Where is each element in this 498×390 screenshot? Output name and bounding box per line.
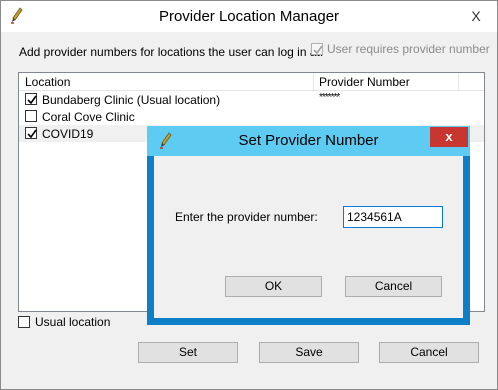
dialog-close-button[interactable]: x — [430, 127, 468, 147]
column-divider[interactable] — [458, 73, 459, 90]
table-row[interactable]: Coral Cove Clinic — [19, 108, 484, 125]
window-title: Provider Location Manager — [158, 8, 340, 25]
location-name: Bundaberg Clinic (Usual location) — [42, 93, 221, 107]
window-close-button[interactable]: X — [465, 7, 487, 25]
dialog-title-bar: Set Provider Number x — [147, 126, 470, 156]
row-checkbox[interactable] — [25, 127, 37, 139]
set-button[interactable]: Set — [138, 342, 238, 363]
table-row[interactable]: Bundaberg Clinic (Usual location) ******… — [19, 91, 484, 108]
instruction-text: Add provider numbers for locations the u… — [19, 45, 324, 59]
usual-location-label: Usual location — [35, 315, 111, 329]
column-header-location[interactable]: Location — [25, 75, 70, 89]
cancel-button[interactable]: Cancel — [379, 342, 479, 363]
column-header-provider-number[interactable]: Provider Number — [319, 75, 410, 89]
dialog-body: Enter the provider number: OK Cancel — [154, 156, 463, 318]
row-checkbox[interactable] — [25, 110, 37, 122]
ok-button[interactable]: OK — [225, 276, 322, 297]
dialog-cancel-button[interactable]: Cancel — [345, 276, 442, 297]
location-name: Coral Cove Clinic — [42, 110, 135, 124]
checkbox-icon — [311, 43, 323, 55]
user-requires-provider-number-label: User requires provider number — [327, 42, 490, 56]
provider-number-prompt: Enter the provider number: — [175, 210, 318, 224]
checkbox-icon — [18, 316, 30, 328]
provider-number-input[interactable] — [343, 206, 443, 228]
column-divider[interactable] — [313, 73, 314, 90]
save-button[interactable]: Save — [259, 342, 359, 363]
provider-number-value: ******* — [319, 92, 340, 103]
title-bar: Provider Location Manager X — [1, 1, 497, 32]
location-name: COVID19 — [42, 127, 94, 141]
list-header: Location Provider Number — [19, 73, 484, 91]
dialog-title: Set Provider Number — [238, 132, 379, 149]
user-requires-provider-number-checkbox[interactable]: User requires provider number — [311, 42, 490, 56]
usual-location-checkbox[interactable]: Usual location — [18, 315, 110, 329]
set-provider-number-dialog: Set Provider Number x Enter the provider… — [147, 126, 470, 325]
row-checkbox[interactable] — [25, 93, 37, 105]
